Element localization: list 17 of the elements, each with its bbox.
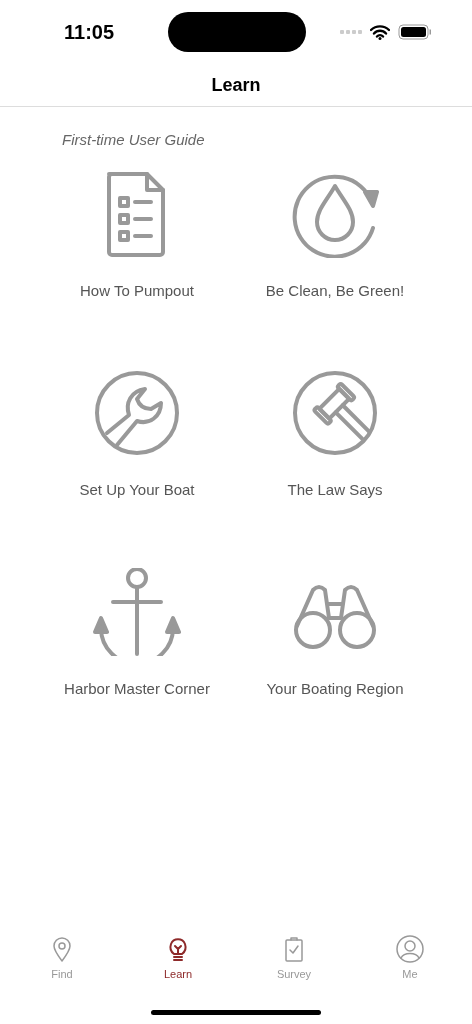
signal-icon xyxy=(340,29,362,35)
guide-link[interactable]: The Law Says xyxy=(287,481,383,498)
tab[interactable]: Learn xyxy=(120,935,236,980)
profile-icon xyxy=(396,935,424,963)
guide-link[interactable]: Your Boating Region xyxy=(266,680,404,697)
guide-link[interactable]: How To Pumpout xyxy=(80,282,194,299)
status-time: 11:05 xyxy=(64,20,116,44)
battery-icon xyxy=(398,24,432,40)
wifi-icon xyxy=(370,24,390,40)
section-label: First-time User Guide xyxy=(62,131,206,148)
wrench-icon xyxy=(93,369,181,457)
guide-link[interactable]: Be Clean, Be Green! xyxy=(265,282,405,299)
guide-link[interactable]: Harbor Master Corner xyxy=(64,680,210,697)
anchor-icon xyxy=(93,568,181,656)
guide-link[interactable]: Set Up Your Boat xyxy=(79,481,195,498)
page-title: Learn xyxy=(211,74,261,96)
gavel-icon xyxy=(291,369,379,457)
